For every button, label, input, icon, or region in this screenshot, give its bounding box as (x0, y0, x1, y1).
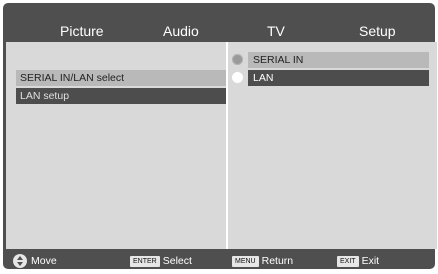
radio-selected-icon (232, 72, 243, 83)
exit-key-icon: EXIT (337, 255, 359, 267)
enter-key-icon: ENTER (130, 255, 160, 267)
options-panel: SERIAL IN LAN (228, 42, 437, 249)
help-move-label: Move (31, 255, 57, 267)
osd-menu-frame: Picture Audio TV Setup SERIAL IN/LAN sel… (3, 3, 437, 271)
help-bar: Move ENTER Select MENU Return EXIT Exit (3, 251, 435, 271)
help-move: Move (13, 254, 57, 268)
option-label: SERIAL IN (248, 52, 429, 68)
help-return-label: Return (261, 255, 294, 267)
option-lan[interactable]: LAN (228, 70, 437, 86)
tab-picture[interactable]: Picture (60, 23, 104, 39)
option-label: LAN (248, 70, 429, 86)
menu-panel: SERIAL IN/LAN select LAN setup (6, 42, 226, 249)
help-select-label: Select (162, 255, 192, 267)
tab-bar: Picture Audio TV Setup (3, 15, 435, 41)
help-exit: EXIT Exit (337, 254, 379, 268)
menu-item-serial-lan-select[interactable]: SERIAL IN/LAN select (16, 70, 226, 86)
help-exit-label: Exit (361, 255, 380, 267)
menu-key-icon: MENU (232, 255, 259, 267)
menu-item-lan-setup[interactable]: LAN setup (16, 88, 226, 104)
up-down-arrows-icon (13, 254, 27, 268)
tab-tv[interactable]: TV (267, 23, 285, 39)
radio-unselected-icon (232, 54, 243, 65)
help-select: ENTER Select (130, 254, 192, 268)
tab-setup[interactable]: Setup (359, 23, 396, 39)
help-return: MENU Return (232, 254, 293, 268)
tab-audio[interactable]: Audio (163, 23, 199, 39)
option-serial-in[interactable]: SERIAL IN (228, 52, 437, 68)
